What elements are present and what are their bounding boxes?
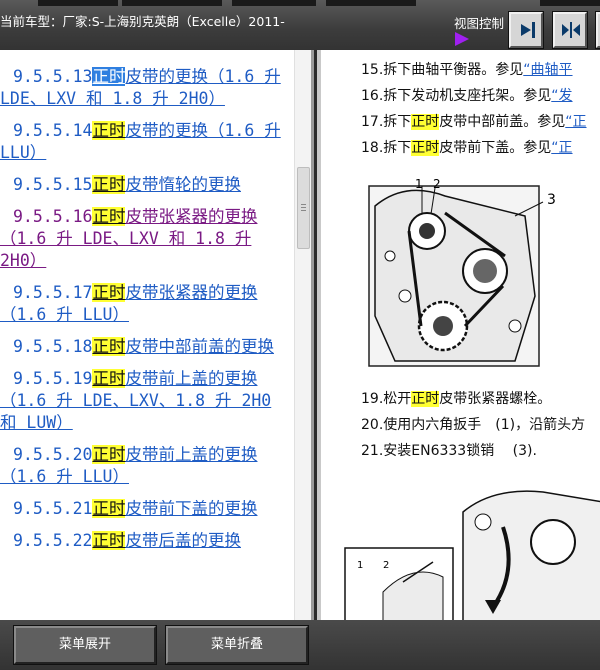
- step-text: 18.拆下: [361, 140, 412, 156]
- arrow-right-bar-icon: [521, 22, 535, 38]
- step-text: 21.安装EN6333锁销 (3).: [361, 443, 537, 459]
- step-text-after: 皮带张紧器螺栓。: [439, 391, 552, 407]
- toc-item[interactable]: 9.5.5.18 正时皮带中部前盖的更换: [0, 336, 292, 358]
- callout-1: 1: [357, 560, 363, 571]
- cross-reference-link[interactable]: “正: [565, 114, 586, 130]
- toc-item-title: 皮带后盖的更换: [125, 531, 241, 550]
- search-highlight: 正时: [411, 391, 440, 407]
- search-highlight: 正时: [92, 67, 126, 86]
- cross-reference-link[interactable]: “发: [551, 88, 572, 104]
- toc-item-number: 9.5.5.21: [13, 499, 93, 518]
- tab-stub: [326, 0, 416, 6]
- step-text-after: 皮带前下盖。参见: [439, 140, 552, 156]
- double-arrow-split-icon: [562, 22, 580, 38]
- procedure-step: 17.拆下正时皮带中部前盖。参见“正: [361, 110, 600, 136]
- toc-item-number: 9.5.5.20: [13, 445, 93, 464]
- toc-item-number: 9.5.5.19: [13, 369, 93, 388]
- tab-stub: [38, 0, 118, 6]
- tab-stub: [232, 0, 316, 6]
- cross-reference-link[interactable]: “正: [551, 140, 572, 156]
- toc-item[interactable]: 9.5.5.13 正时皮带的更换（1.6 升 LDE、LXV 和 1.8 升 2…: [0, 66, 292, 110]
- play-arrow-icon: [455, 32, 469, 46]
- callout-2: 2: [383, 560, 389, 571]
- toc-scrollbar[interactable]: [294, 50, 311, 620]
- toc-pane: 9.5.5.13 正时皮带的更换（1.6 升 LDE、LXV 和 1.8 升 2…: [0, 50, 314, 620]
- toc-item[interactable]: 9.5.5.19 正时皮带前上盖的更换（1.6 升 LDE、LXV、1.8 升 …: [0, 368, 292, 434]
- toc-item-number: 9.5.5.13: [13, 67, 93, 86]
- cross-reference-link[interactable]: “曲轴平: [523, 62, 572, 78]
- search-highlight: 正时: [411, 114, 440, 130]
- step-text-after: 皮带中部前盖。参见: [439, 114, 566, 130]
- toc-item-number: 9.5.5.18: [13, 337, 93, 356]
- step-text: 19.松开: [361, 391, 412, 407]
- toc-item[interactable]: 9.5.5.16 正时皮带张紧器的更换（1.6 升 LDE、LXV 和 1.8 …: [0, 206, 292, 272]
- title-bar: 当前车型：厂家:S-上海别克英朗（Excelle）2011- 视图控制: [0, 0, 600, 50]
- callout-1: 1: [415, 177, 423, 191]
- search-highlight: 正时: [92, 283, 126, 302]
- callout-2: 2: [433, 177, 441, 191]
- step-text: 20.使用内六角扳手 (1)，沿箭头方: [361, 417, 586, 433]
- search-highlight: 正时: [92, 337, 126, 356]
- search-highlight: 正时: [92, 531, 126, 550]
- toc-item[interactable]: 9.5.5.17 正时皮带张紧器的更换（1.6 升 LLU）: [0, 282, 292, 326]
- menu-collapse-button[interactable]: 菜单折叠: [166, 626, 308, 664]
- content-pane: 15.拆下曲轴平衡器。参见“曲轴平 16.拆下发动机支座托架。参见“发 17.拆下正…: [317, 50, 600, 620]
- bottom-toolbar: 菜单展开 菜单折叠: [0, 620, 600, 670]
- toc-item-number: 9.5.5.14: [13, 121, 93, 140]
- toc-item-number: 9.5.5.17: [13, 283, 93, 302]
- toc-item[interactable]: 9.5.5.15 正时皮带惰轮的更换: [0, 174, 292, 196]
- step-text: 15.拆下曲轴平衡器。参见: [361, 62, 524, 78]
- toc-item[interactable]: 9.5.5.22 正时皮带后盖的更换: [0, 530, 292, 552]
- split-view-button[interactable]: [553, 12, 587, 48]
- toc-list: 9.5.5.13 正时皮带的更换（1.6 升 LDE、LXV 和 1.8 升 2…: [0, 66, 292, 562]
- expand-right-pane-button[interactable]: [509, 12, 543, 48]
- menu-expand-button[interactable]: 菜单展开: [14, 626, 156, 664]
- search-highlight: 正时: [92, 445, 126, 464]
- toc-item[interactable]: 9.5.5.14 正时皮带的更换（1.6 升 LLU）: [0, 120, 292, 164]
- procedure-step: 19.松开正时皮带张紧器螺栓。: [361, 387, 600, 413]
- view-button-partial[interactable]: [596, 12, 600, 48]
- search-highlight: 正时: [92, 499, 126, 518]
- search-highlight: 正时: [92, 121, 126, 140]
- toc-item-number: 9.5.5.15: [13, 175, 93, 194]
- toc-item-title: 皮带前下盖的更换: [125, 499, 258, 518]
- search-highlight: 正时: [92, 207, 126, 226]
- procedure-step: 15.拆下曲轴平衡器。参见“曲轴平: [361, 58, 600, 84]
- toc-item-title: 皮带中部前盖的更换: [125, 337, 274, 356]
- step-text: 17.拆下: [361, 114, 412, 130]
- toc-item-number: 9.5.5.16: [13, 207, 93, 226]
- procedure-step: 20.使用内六角扳手 (1)，沿箭头方: [361, 413, 600, 439]
- vehicle-model-label: 当前车型：厂家:S-上海别克英朗（Excelle）2011-: [0, 14, 285, 29]
- view-control-label: 视图控制: [454, 16, 505, 31]
- procedure-steps-continued: 19.松开正时皮带张紧器螺栓。 20.使用内六角扳手 (1)，沿箭头方 21.安装E…: [361, 387, 600, 465]
- toc-item[interactable]: 9.5.5.21 正时皮带前下盖的更换: [0, 498, 292, 520]
- search-highlight: 正时: [92, 175, 126, 194]
- toc-item[interactable]: 9.5.5.20 正时皮带前上盖的更换 （1.6 升 LLU）: [0, 444, 292, 488]
- tensioner-diagram: 1 2: [344, 490, 600, 620]
- procedure-steps: 15.拆下曲轴平衡器。参见“曲轴平 16.拆下发动机支座托架。参见“发 17.拆下正…: [361, 58, 600, 162]
- search-highlight: 正时: [411, 140, 440, 156]
- step-text: 16.拆下发动机支座托架。参见: [361, 88, 552, 104]
- search-highlight: 正时: [92, 369, 126, 388]
- timing-belt-diagram: 1 2 3: [368, 177, 556, 367]
- procedure-step: 16.拆下发动机支座托架。参见“发: [361, 84, 600, 110]
- callout-3: 3: [547, 192, 556, 208]
- tab-stub: [122, 0, 222, 6]
- tab-stub: [540, 0, 600, 6]
- toc-item-title: 皮带惰轮的更换: [125, 175, 241, 194]
- procedure-step: 21.安装EN6333锁销 (3).: [361, 439, 600, 465]
- procedure-step: 18.拆下正时皮带前下盖。参见“正: [361, 136, 600, 162]
- scroll-thumb[interactable]: [297, 167, 310, 249]
- toc-item-number: 9.5.5.22: [13, 531, 93, 550]
